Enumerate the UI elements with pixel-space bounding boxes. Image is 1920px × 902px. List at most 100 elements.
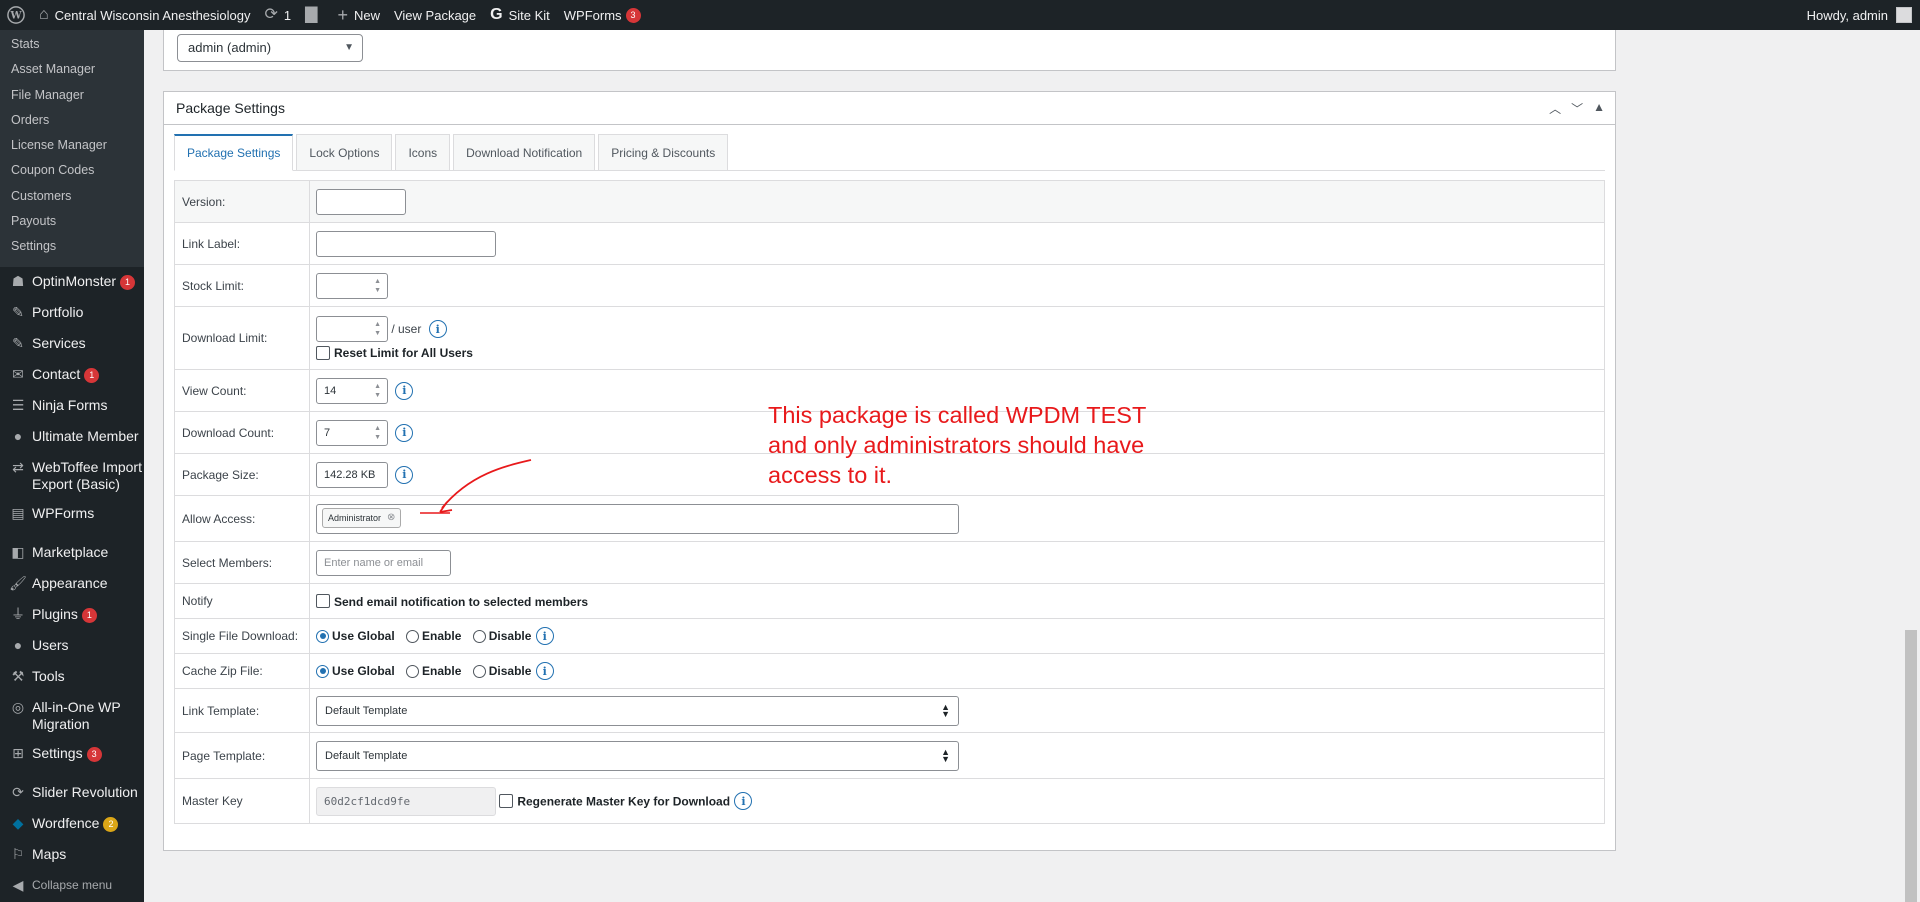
submenu-item-customers[interactable]: Customers	[0, 184, 144, 209]
sidebar-item-marketplace[interactable]: ◧ Marketplace	[0, 538, 144, 569]
info-icon[interactable]: i	[395, 423, 414, 442]
sidebar-item-optinmonster[interactable]: ☗ OptinMonster 1	[0, 267, 144, 298]
download-limit-stepper[interactable]: ▲ ▼	[316, 316, 388, 343]
cache-zip-use-global-radio[interactable]	[316, 664, 329, 678]
version-input[interactable]	[316, 188, 406, 215]
submenu-item-stats[interactable]: Stats	[0, 32, 144, 57]
table-row: Stock Limit: ▲ ▼	[174, 264, 1605, 307]
single-file-enable-radio[interactable]	[406, 629, 420, 643]
view-count-stepper[interactable]: 14 ▲ ▼	[316, 377, 388, 404]
admin-sidebar: Stats Asset Manager File Manager Orders …	[0, 30, 144, 902]
cache-zip-enable-radio[interactable]	[406, 664, 420, 678]
sidebar-item-maps[interactable]: ⚐ Maps	[0, 840, 144, 871]
sidebar-item-wpforms[interactable]: ▤ WPForms	[0, 499, 144, 530]
site-kit-link[interactable]: G Site Kit	[483, 0, 557, 30]
sidebar-item-all-in-one-migration[interactable]: ◎ All-in-One WP Migration	[0, 693, 144, 739]
tab-package-settings[interactable]: Package Settings	[174, 134, 294, 171]
remove-tag-icon[interactable]: ⊗	[387, 512, 395, 523]
spinner-icon[interactable]: ▲ ▼	[374, 424, 381, 442]
sidebar-item-slider-revolution[interactable]: ⟳ Slider Revolution	[0, 778, 144, 809]
master-key-input[interactable]: 60d2cf1dcd9fe	[316, 786, 496, 816]
pin-icon: ✎	[12, 334, 24, 351]
submenu-item-orders[interactable]: Orders	[0, 108, 144, 133]
howdy-user-link[interactable]: Howdy, admin	[1807, 8, 1888, 23]
new-content-link[interactable]: + New	[330, 0, 387, 30]
info-icon[interactable]: i	[395, 381, 414, 400]
notify-checkbox[interactable]	[316, 594, 330, 609]
tab-lock-options[interactable]: Lock Options	[296, 134, 393, 171]
link-template-label: Link Template:	[174, 688, 310, 733]
count-badge: 1	[84, 367, 100, 383]
move-up-icon[interactable]: ︿	[1549, 100, 1561, 117]
page-template-select[interactable]: Default Template ▲ ▼	[316, 740, 959, 771]
count-badge: 2	[103, 816, 119, 832]
scrollbar-thumb[interactable]	[1905, 630, 1917, 902]
page-scrollbar[interactable]	[1903, 30, 1920, 902]
submenu-item-coupon-codes[interactable]: Coupon Codes	[0, 158, 144, 183]
annotation-note: This package is called WPDM TEST and onl…	[768, 402, 1147, 488]
link-label-input[interactable]	[316, 230, 496, 257]
link-template-select[interactable]: Default Template ▲ ▼	[316, 695, 959, 726]
single-file-disable-radio[interactable]	[472, 629, 486, 643]
info-icon[interactable]: i	[734, 792, 753, 810]
sidebar-item-portfolio[interactable]: ✎ Portfolio	[0, 298, 144, 329]
download-count-stepper[interactable]: 7 ▲ ▼	[316, 419, 388, 446]
package-size-input[interactable]: 142.28 KB	[316, 461, 388, 488]
postbox-header: Package Settings ︿ ﹀ ▲	[164, 92, 1615, 125]
updates-link[interactable]: ⟳ 1	[258, 0, 299, 30]
sidebar-item-contact[interactable]: ✉ Contact 1	[0, 360, 144, 391]
sidebar-item-settings[interactable]: ⊞ Settings 3	[0, 739, 144, 770]
info-icon[interactable]: i	[535, 662, 554, 680]
regenerate-key-label: Regenerate Master Key for Download	[517, 794, 731, 808]
sidebar-item-plugins[interactable]: ⏚ Plugins 1	[0, 600, 144, 631]
sidebar-item-tools[interactable]: ⚒ Tools	[0, 662, 144, 693]
sidebar-item-ultimate-member[interactable]: ● Ultimate Member	[0, 422, 144, 453]
author-box: admin (admin) ▼	[163, 30, 1616, 71]
tab-pricing-discounts[interactable]: Pricing & Discounts	[598, 134, 729, 171]
chevron-down-icon: ▼	[344, 42, 354, 53]
wordpress-logo-button[interactable]: W	[0, 0, 32, 30]
submenu-item-file-manager[interactable]: File Manager	[0, 83, 144, 108]
cache-zip-label: Cache Zip File:	[174, 653, 310, 689]
per-user-text: / user	[391, 322, 422, 337]
cache-zip-disable-radio[interactable]	[472, 664, 486, 678]
spinner-icon[interactable]: ▲ ▼	[374, 277, 381, 295]
sidebar-item-ninja-forms[interactable]: ☰ Ninja Forms	[0, 391, 144, 422]
stock-limit-stepper[interactable]: ▲ ▼	[316, 272, 388, 299]
regenerate-key-checkbox[interactable]	[499, 794, 514, 808]
submenu-item-license-manager[interactable]: License Manager	[0, 133, 144, 158]
author-select[interactable]: admin (admin) ▼	[177, 34, 363, 62]
sidebar-item-services[interactable]: ✎ Services	[0, 329, 144, 360]
toggle-panel-icon[interactable]: ▲	[1593, 100, 1605, 117]
sidebar-item-wordfence[interactable]: ◆ Wordfence 2	[0, 809, 144, 840]
submenu-item-settings[interactable]: Settings	[0, 234, 144, 259]
select-members-input[interactable]: Enter name or email	[316, 549, 451, 576]
move-down-icon[interactable]: ﹀	[1571, 100, 1583, 117]
wpforms-count-badge: 3	[625, 7, 641, 23]
submenu-item-asset-manager[interactable]: Asset Manager	[0, 57, 144, 82]
spinner-icon[interactable]: ▲ ▼	[374, 382, 381, 400]
info-icon[interactable]: i	[535, 627, 554, 645]
site-name-link[interactable]: ⌂ Central Wisconsin Anesthesiology	[32, 0, 258, 30]
maps-icon: ⚐	[11, 845, 25, 862]
reset-limit-checkbox[interactable]	[316, 345, 330, 360]
wpforms-link[interactable]: WPForms 3	[557, 0, 648, 30]
single-file-use-global-radio[interactable]	[316, 629, 329, 643]
sidebar-item-users[interactable]: ● Users	[0, 631, 144, 662]
table-row: Single File Download: Use Global Enable …	[174, 618, 1605, 654]
sidebar-item-collapse-menu[interactable]: ◀ Collapse menu	[0, 871, 144, 902]
spinner-icon[interactable]: ▲ ▼	[374, 320, 381, 338]
table-row: Allow Access: Administrator ⊗	[174, 495, 1605, 542]
wrench-icon: ⚒	[11, 667, 25, 684]
tab-icons[interactable]: Icons	[395, 134, 451, 171]
info-icon[interactable]: i	[428, 320, 447, 339]
sidebar-item-appearance[interactable]: 🖌 Appearance	[0, 569, 144, 600]
reset-limit-label: Reset Limit for All Users	[334, 345, 473, 360]
avatar[interactable]	[1896, 7, 1912, 23]
sidebar-item-webtoffee[interactable]: ⇄ WebToffee Import Export (Basic)	[0, 453, 144, 499]
tab-download-notification[interactable]: Download Notification	[453, 134, 596, 171]
comments-link[interactable]: ▇	[298, 0, 330, 30]
submenu-item-payouts[interactable]: Payouts	[0, 209, 144, 234]
mail-icon: ✉	[12, 365, 24, 382]
view-package-link[interactable]: View Package	[387, 0, 483, 30]
